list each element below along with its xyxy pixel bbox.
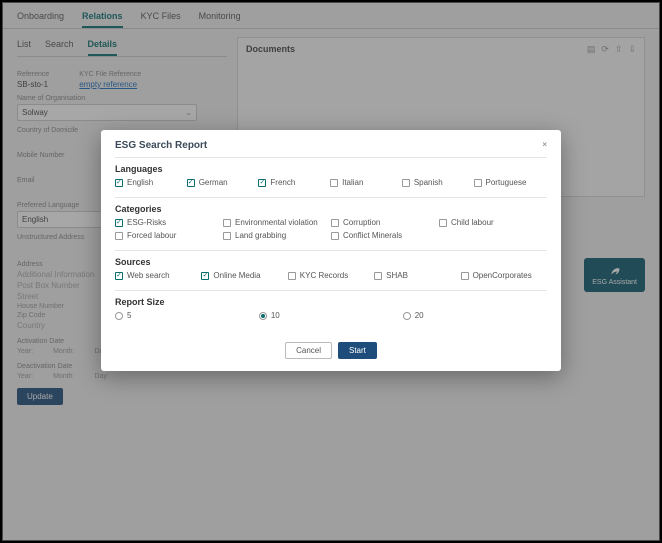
checkbox-icon bbox=[187, 179, 195, 187]
checkbox-icon bbox=[115, 219, 123, 227]
checkbox-icon bbox=[439, 219, 447, 227]
sources-label: Sources bbox=[115, 257, 547, 267]
language-option[interactable]: French bbox=[258, 178, 330, 187]
language-option[interactable]: Spanish bbox=[402, 178, 474, 187]
checkbox-icon bbox=[115, 232, 123, 240]
size-option-label: 5 bbox=[127, 311, 131, 320]
languages-section: Languages English German French Italian Span… bbox=[115, 157, 547, 197]
languages-label: Languages bbox=[115, 164, 547, 174]
category-option-label: Environmental violation bbox=[235, 218, 318, 227]
category-option[interactable]: ESG-Risks bbox=[115, 218, 223, 227]
source-option-label: KYC Records bbox=[300, 271, 348, 280]
checkbox-icon bbox=[402, 179, 410, 187]
checkbox-icon bbox=[288, 272, 296, 280]
category-option-label: ESG-Risks bbox=[127, 218, 166, 227]
checkbox-icon bbox=[223, 219, 231, 227]
category-option[interactable]: Environmental violation bbox=[223, 218, 331, 227]
esg-search-modal: ESG Search Report × Languages English Ger… bbox=[101, 130, 561, 371]
checkbox-icon bbox=[374, 272, 382, 280]
close-icon[interactable]: × bbox=[542, 140, 547, 151]
source-option[interactable]: SHAB bbox=[374, 271, 460, 280]
size-option[interactable]: 20 bbox=[403, 311, 547, 320]
source-option-label: OpenCorporates bbox=[473, 271, 532, 280]
checkbox-icon bbox=[330, 179, 338, 187]
category-option[interactable]: Child labour bbox=[439, 218, 547, 227]
category-option[interactable]: Land grabbing bbox=[223, 231, 331, 240]
language-option-label: German bbox=[199, 178, 228, 187]
report-size-section: Report Size 5 10 20 bbox=[115, 290, 547, 330]
size-option-label: 20 bbox=[415, 311, 424, 320]
language-option[interactable]: Italian bbox=[330, 178, 402, 187]
source-option-label: Web search bbox=[127, 271, 170, 280]
language-option-label: French bbox=[270, 178, 295, 187]
radio-icon bbox=[115, 312, 123, 320]
category-option-label: Conflict Minerals bbox=[343, 231, 402, 240]
checkbox-icon bbox=[223, 232, 231, 240]
categories-section: Categories ESG-Risks Environmental violat… bbox=[115, 197, 547, 250]
sources-section: Sources Web search Online Media KYC Record… bbox=[115, 250, 547, 290]
category-option-label: Land grabbing bbox=[235, 231, 286, 240]
checkbox-icon bbox=[115, 179, 123, 187]
checkbox-icon bbox=[331, 232, 339, 240]
size-option[interactable]: 10 bbox=[259, 311, 403, 320]
language-option-label: Spanish bbox=[414, 178, 443, 187]
source-option-label: SHAB bbox=[386, 271, 408, 280]
cancel-button[interactable]: Cancel bbox=[285, 342, 332, 359]
checkbox-icon bbox=[474, 179, 482, 187]
source-option[interactable]: OpenCorporates bbox=[461, 271, 547, 280]
size-option[interactable]: 5 bbox=[115, 311, 259, 320]
category-option-label: Forced labour bbox=[127, 231, 176, 240]
radio-icon bbox=[403, 312, 411, 320]
checkbox-icon bbox=[331, 219, 339, 227]
categories-label: Categories bbox=[115, 204, 547, 214]
checkbox-icon bbox=[461, 272, 469, 280]
size-option-label: 10 bbox=[271, 311, 280, 320]
language-option[interactable]: English bbox=[115, 178, 187, 187]
language-option[interactable]: Portuguese bbox=[474, 178, 546, 187]
source-option[interactable]: Online Media bbox=[201, 271, 287, 280]
category-option[interactable]: Forced labour bbox=[115, 231, 223, 240]
modal-backdrop[interactable]: ESG Search Report × Languages English Ger… bbox=[0, 0, 662, 543]
language-option[interactable]: German bbox=[187, 178, 259, 187]
language-option-label: English bbox=[127, 178, 153, 187]
checkbox-icon bbox=[115, 272, 123, 280]
category-option[interactable]: Conflict Minerals bbox=[331, 231, 439, 240]
start-button[interactable]: Start bbox=[338, 342, 377, 359]
source-option-label: Online Media bbox=[213, 271, 260, 280]
category-option[interactable]: Corruption bbox=[331, 218, 439, 227]
report-size-label: Report Size bbox=[115, 297, 547, 307]
checkbox-icon bbox=[258, 179, 266, 187]
source-option[interactable]: Web search bbox=[115, 271, 201, 280]
radio-icon bbox=[259, 312, 267, 320]
category-option-label: Corruption bbox=[343, 218, 380, 227]
modal-title: ESG Search Report bbox=[115, 140, 207, 151]
category-option-label: Child labour bbox=[451, 218, 494, 227]
language-option-label: Italian bbox=[342, 178, 363, 187]
checkbox-icon bbox=[201, 272, 209, 280]
language-option-label: Portuguese bbox=[486, 178, 527, 187]
source-option[interactable]: KYC Records bbox=[288, 271, 374, 280]
